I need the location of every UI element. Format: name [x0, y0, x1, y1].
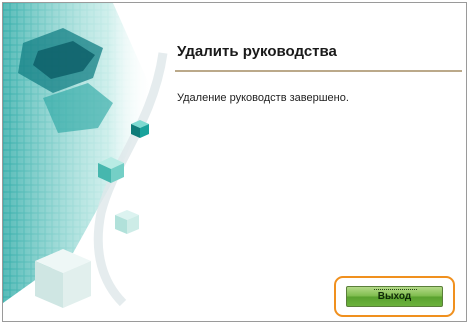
page-title: Удалить руководства: [177, 43, 337, 60]
large-cube-icon: [35, 249, 91, 308]
exit-button-label: Выход: [377, 291, 412, 302]
title-divider: [175, 70, 462, 72]
focus-dots: [374, 289, 417, 291]
status-message: Удаление руководств завершено.: [177, 92, 349, 104]
cube-art-icon: [3, 3, 168, 308]
translucent-cube-icon: [115, 210, 139, 234]
uninstall-dialog: Удалить руководства Удаление руководств …: [2, 2, 467, 322]
exit-button-highlight: Выход: [334, 276, 455, 317]
exit-button[interactable]: Выход: [346, 286, 443, 307]
